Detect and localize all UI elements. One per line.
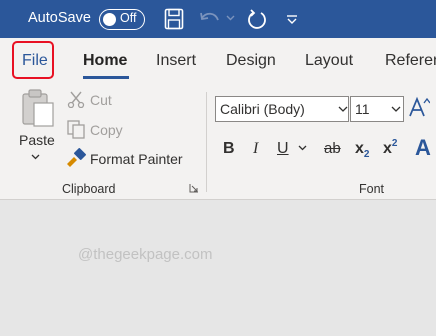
active-tab-indicator [83, 76, 129, 79]
save-icon[interactable] [164, 8, 184, 30]
paste-icon[interactable] [20, 88, 56, 128]
font-group-label: Font [359, 182, 385, 196]
cut-button[interactable]: Cut [90, 92, 112, 108]
superscript-button[interactable]: x2 [383, 138, 398, 158]
subscript-mark: 2 [363, 149, 370, 160]
font-family-value: Calibri (Body) [220, 101, 305, 117]
undo-icon[interactable] [198, 10, 222, 28]
autosave-label: AutoSave [28, 10, 91, 26]
bold-button[interactable]: B [223, 140, 235, 158]
tab-file[interactable]: File [12, 41, 54, 79]
tab-references[interactable]: Referen [385, 52, 436, 70]
copy-icon [67, 120, 85, 139]
copy-button[interactable]: Copy [90, 122, 123, 138]
paste-dropdown-icon[interactable] [31, 154, 40, 160]
tab-home[interactable]: Home [83, 52, 127, 70]
tab-file-label: File [22, 52, 48, 69]
ribbon-tabs: File Home Insert Design Layout Referen [0, 38, 436, 84]
tab-layout[interactable]: Layout [305, 52, 353, 70]
chevron-down-icon [391, 106, 401, 112]
toggle-knob [103, 12, 116, 26]
autosave-toggle[interactable]: Off [99, 9, 145, 30]
document-area: @thegeekpage.com [0, 200, 436, 336]
grow-font-icon[interactable] [408, 96, 430, 118]
font-size-value: 11 [355, 101, 370, 117]
subscript-base: x [355, 140, 364, 157]
italic-button[interactable]: I [253, 140, 258, 158]
text-effects-button[interactable]: A [415, 135, 431, 161]
underline-dropdown-icon[interactable] [298, 145, 307, 151]
watermark-text: @thegeekpage.com [78, 246, 213, 263]
underline-button[interactable]: U [277, 140, 289, 158]
tab-insert[interactable]: Insert [156, 52, 196, 70]
format-painter-icon [67, 148, 86, 167]
ribbon-home: Paste Cut Copy Format Painter Clipboard … [0, 84, 436, 200]
group-divider [206, 92, 207, 192]
customize-toolbar-icon[interactable] [286, 15, 298, 24]
paste-button[interactable]: Paste [19, 132, 55, 148]
redo-icon[interactable] [245, 8, 269, 32]
format-painter-button[interactable]: Format Painter [90, 151, 183, 167]
cut-icon [67, 91, 85, 108]
title-bar: AutoSave Off [0, 0, 436, 38]
font-size-select[interactable]: 11 [350, 96, 404, 122]
font-family-select[interactable]: Calibri (Body) [215, 96, 349, 122]
undo-dropdown-icon[interactable] [226, 15, 235, 21]
superscript-base: x [383, 140, 392, 157]
chevron-down-icon [338, 106, 348, 112]
subscript-button[interactable]: x2 [355, 140, 370, 160]
superscript-mark: 2 [391, 138, 398, 149]
strikethrough-button[interactable]: ab [324, 140, 341, 157]
clipboard-group-label: Clipboard [62, 182, 116, 196]
tab-design[interactable]: Design [226, 52, 276, 70]
autosave-toggle-state: Off [120, 11, 137, 25]
clipboard-launcher-icon[interactable] [189, 183, 199, 193]
